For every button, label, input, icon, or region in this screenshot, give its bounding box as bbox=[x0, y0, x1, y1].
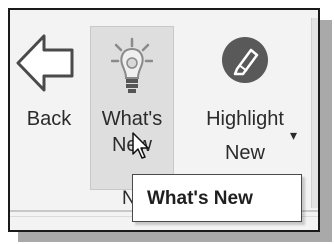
back-button[interactable]: Back bbox=[10, 10, 88, 208]
whats-new-label-line1: What's bbox=[101, 108, 163, 130]
highlight-new-label-line1: Highlight bbox=[206, 108, 284, 130]
back-label: Back bbox=[26, 108, 72, 130]
ribbon-scrollbar[interactable] bbox=[311, 18, 318, 208]
highlighter-icon bbox=[222, 37, 268, 83]
mouse-pointer-icon bbox=[132, 132, 149, 159]
chevron-down-icon[interactable]: ▾ bbox=[290, 122, 297, 148]
back-arrow-icon bbox=[16, 34, 74, 92]
whats-new-button[interactable]: What's New bbox=[90, 26, 174, 190]
lightbulb-icon bbox=[111, 37, 153, 93]
highlight-new-label-line2: New bbox=[224, 142, 265, 164]
tooltip: What's New bbox=[132, 174, 302, 222]
tooltip-text: What's New bbox=[147, 188, 253, 209]
